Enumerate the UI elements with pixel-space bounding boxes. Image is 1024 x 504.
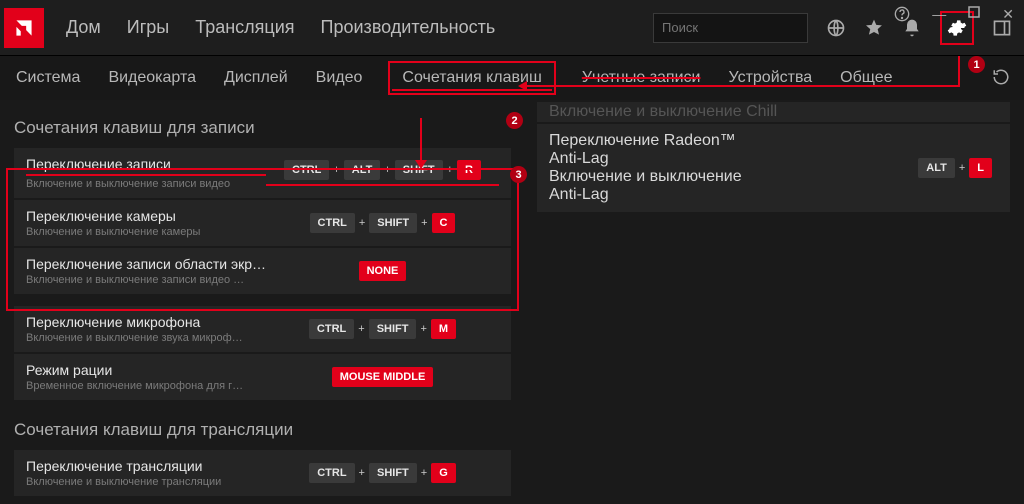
row-recording-toggle[interactable]: Переключение записи Включение и выключен… <box>14 148 511 198</box>
row-sub: Включение и выключение записи видео … <box>26 274 266 286</box>
tab-system[interactable]: Система <box>14 65 82 91</box>
key-none: NONE <box>359 261 407 281</box>
hotkey-antilag[interactable]: ALT+ L <box>771 158 999 178</box>
row-region-record[interactable]: Переключение записи области экра… Включе… <box>14 248 511 294</box>
key-letter: G <box>431 463 456 483</box>
row-sub: Включение и выключение Chill <box>549 103 998 121</box>
close-button[interactable]: ✕ <box>1002 6 1014 23</box>
row-mic-toggle[interactable]: Переключение микрофона Включение и выклю… <box>14 306 511 352</box>
row-ptt[interactable]: Режим рации Временное включение микрофон… <box>14 354 511 400</box>
annotation-badge-1: 1 <box>968 56 985 73</box>
row-title: Переключение записи <box>26 156 266 176</box>
reset-icon[interactable] <box>992 68 1010 86</box>
key-letter: C <box>432 213 456 233</box>
hotkey-recording[interactable]: CTRL+ ALT+ SHIFT+ R <box>266 160 499 186</box>
search-input[interactable] <box>662 20 838 35</box>
globe-icon[interactable] <box>826 18 846 38</box>
key-ctrl: CTRL <box>310 213 355 233</box>
content: Сочетания клавиш для записи Переключение… <box>0 100 1024 498</box>
row-sub: Включение и выключение звука микроф… <box>26 332 266 344</box>
tab-display[interactable]: Дисплей <box>222 65 290 91</box>
section-recording: Сочетания клавиш для записи <box>0 100 525 148</box>
key-ctrl: CTRL <box>284 160 329 180</box>
key-ctrl: CTRL <box>309 319 354 339</box>
hotkey-region[interactable]: NONE <box>266 261 499 281</box>
row-title: Переключение камеры <box>26 208 266 224</box>
tab-gpu[interactable]: Видеокарта <box>106 65 198 91</box>
hotkey-mic[interactable]: CTRL+ SHIFT+ M <box>266 319 499 339</box>
row-sub: Включение и выключение камеры <box>26 226 266 238</box>
search-box[interactable] <box>653 13 808 43</box>
hotkey-camera[interactable]: CTRL+ SHIFT+ C <box>266 213 499 233</box>
nav-stream[interactable]: Трансляция <box>195 17 294 38</box>
annotation-arrowhead-1 <box>518 81 527 91</box>
key-shift: SHIFT <box>369 463 417 483</box>
row-camera-toggle[interactable]: Переключение камеры Включение и выключен… <box>14 200 511 246</box>
key-letter: L <box>969 158 992 178</box>
key-alt: ALT <box>344 160 381 180</box>
hotkey-stream[interactable]: CTRL+ SHIFT+ G <box>266 463 499 483</box>
row-title: Переключение Radeon™ Anti-Lag <box>549 132 771 168</box>
key-shift: SHIFT <box>369 213 417 233</box>
top-bar: Дом Игры Трансляция Производительность <box>0 0 1024 56</box>
tab-hotkeys[interactable]: Сочетания клавиш <box>388 61 555 95</box>
nav-home[interactable]: Дом <box>66 17 101 38</box>
right-column: Включение и выключение Chill Переключени… <box>525 100 1024 498</box>
nav-games[interactable]: Игры <box>127 17 169 38</box>
help-icon[interactable] <box>894 6 910 22</box>
annotation-badge-2: 2 <box>506 112 523 129</box>
row-antilag[interactable]: Переключение Radeon™ Anti-Lag Включение … <box>537 124 1010 212</box>
tab-video[interactable]: Видео <box>314 65 365 91</box>
main-nav: Дом Игры Трансляция Производительность <box>66 17 495 38</box>
row-prev-cut: Включение и выключение Chill <box>537 102 1010 122</box>
row-sub: Включение и выключение Anti-Lag <box>549 168 771 204</box>
row-title: Переключение трансляции <box>26 458 266 474</box>
key-ctrl: CTRL <box>309 463 354 483</box>
left-column: Сочетания клавиш для записи Переключение… <box>0 100 525 498</box>
settings-tabs: Система Видеокарта Дисплей Видео Сочетан… <box>0 56 1024 100</box>
tab-general[interactable]: Общее <box>838 65 894 91</box>
amd-logo <box>4 8 44 48</box>
minimize-button[interactable]: — <box>932 6 946 23</box>
annotation-arrow-1 <box>520 85 960 87</box>
star-icon[interactable] <box>864 18 884 38</box>
nav-performance[interactable]: Производительность <box>321 17 496 38</box>
key-alt: ALT <box>918 158 955 178</box>
annotation-badge-3: 3 <box>510 166 527 183</box>
annotation-arrow-2 <box>420 118 422 162</box>
row-title: Переключение микрофона <box>26 314 266 330</box>
tab-devices[interactable]: Устройства <box>726 65 814 91</box>
annotation-arrowhead-2 <box>415 160 427 169</box>
hotkey-ptt[interactable]: MOUSE MIDDLE <box>266 367 499 387</box>
row-sub: Включение и выключение записи видео <box>26 178 266 190</box>
active-underline <box>392 89 551 91</box>
maximize-button[interactable] <box>968 6 980 23</box>
key-letter: M <box>431 319 456 339</box>
window-controls: — ✕ <box>894 6 1014 23</box>
key-shift: SHIFT <box>369 319 417 339</box>
row-title: Переключение записи области экра… <box>26 256 266 272</box>
row-title: Режим рации <box>26 362 266 378</box>
row-sub: Временное включение микрофона для г… <box>26 380 266 392</box>
annotation-arrow-1v <box>958 56 960 87</box>
row-stream-toggle[interactable]: Переключение трансляции Включение и выкл… <box>14 450 511 496</box>
key-letter: R <box>457 160 481 180</box>
row-sub: Включение и выключение трансляции <box>26 476 266 488</box>
section-streaming: Сочетания клавиш для трансляции <box>0 402 525 450</box>
key-mouse-middle: MOUSE MIDDLE <box>332 367 434 387</box>
tab-accounts[interactable]: Учетные записи <box>580 65 703 91</box>
